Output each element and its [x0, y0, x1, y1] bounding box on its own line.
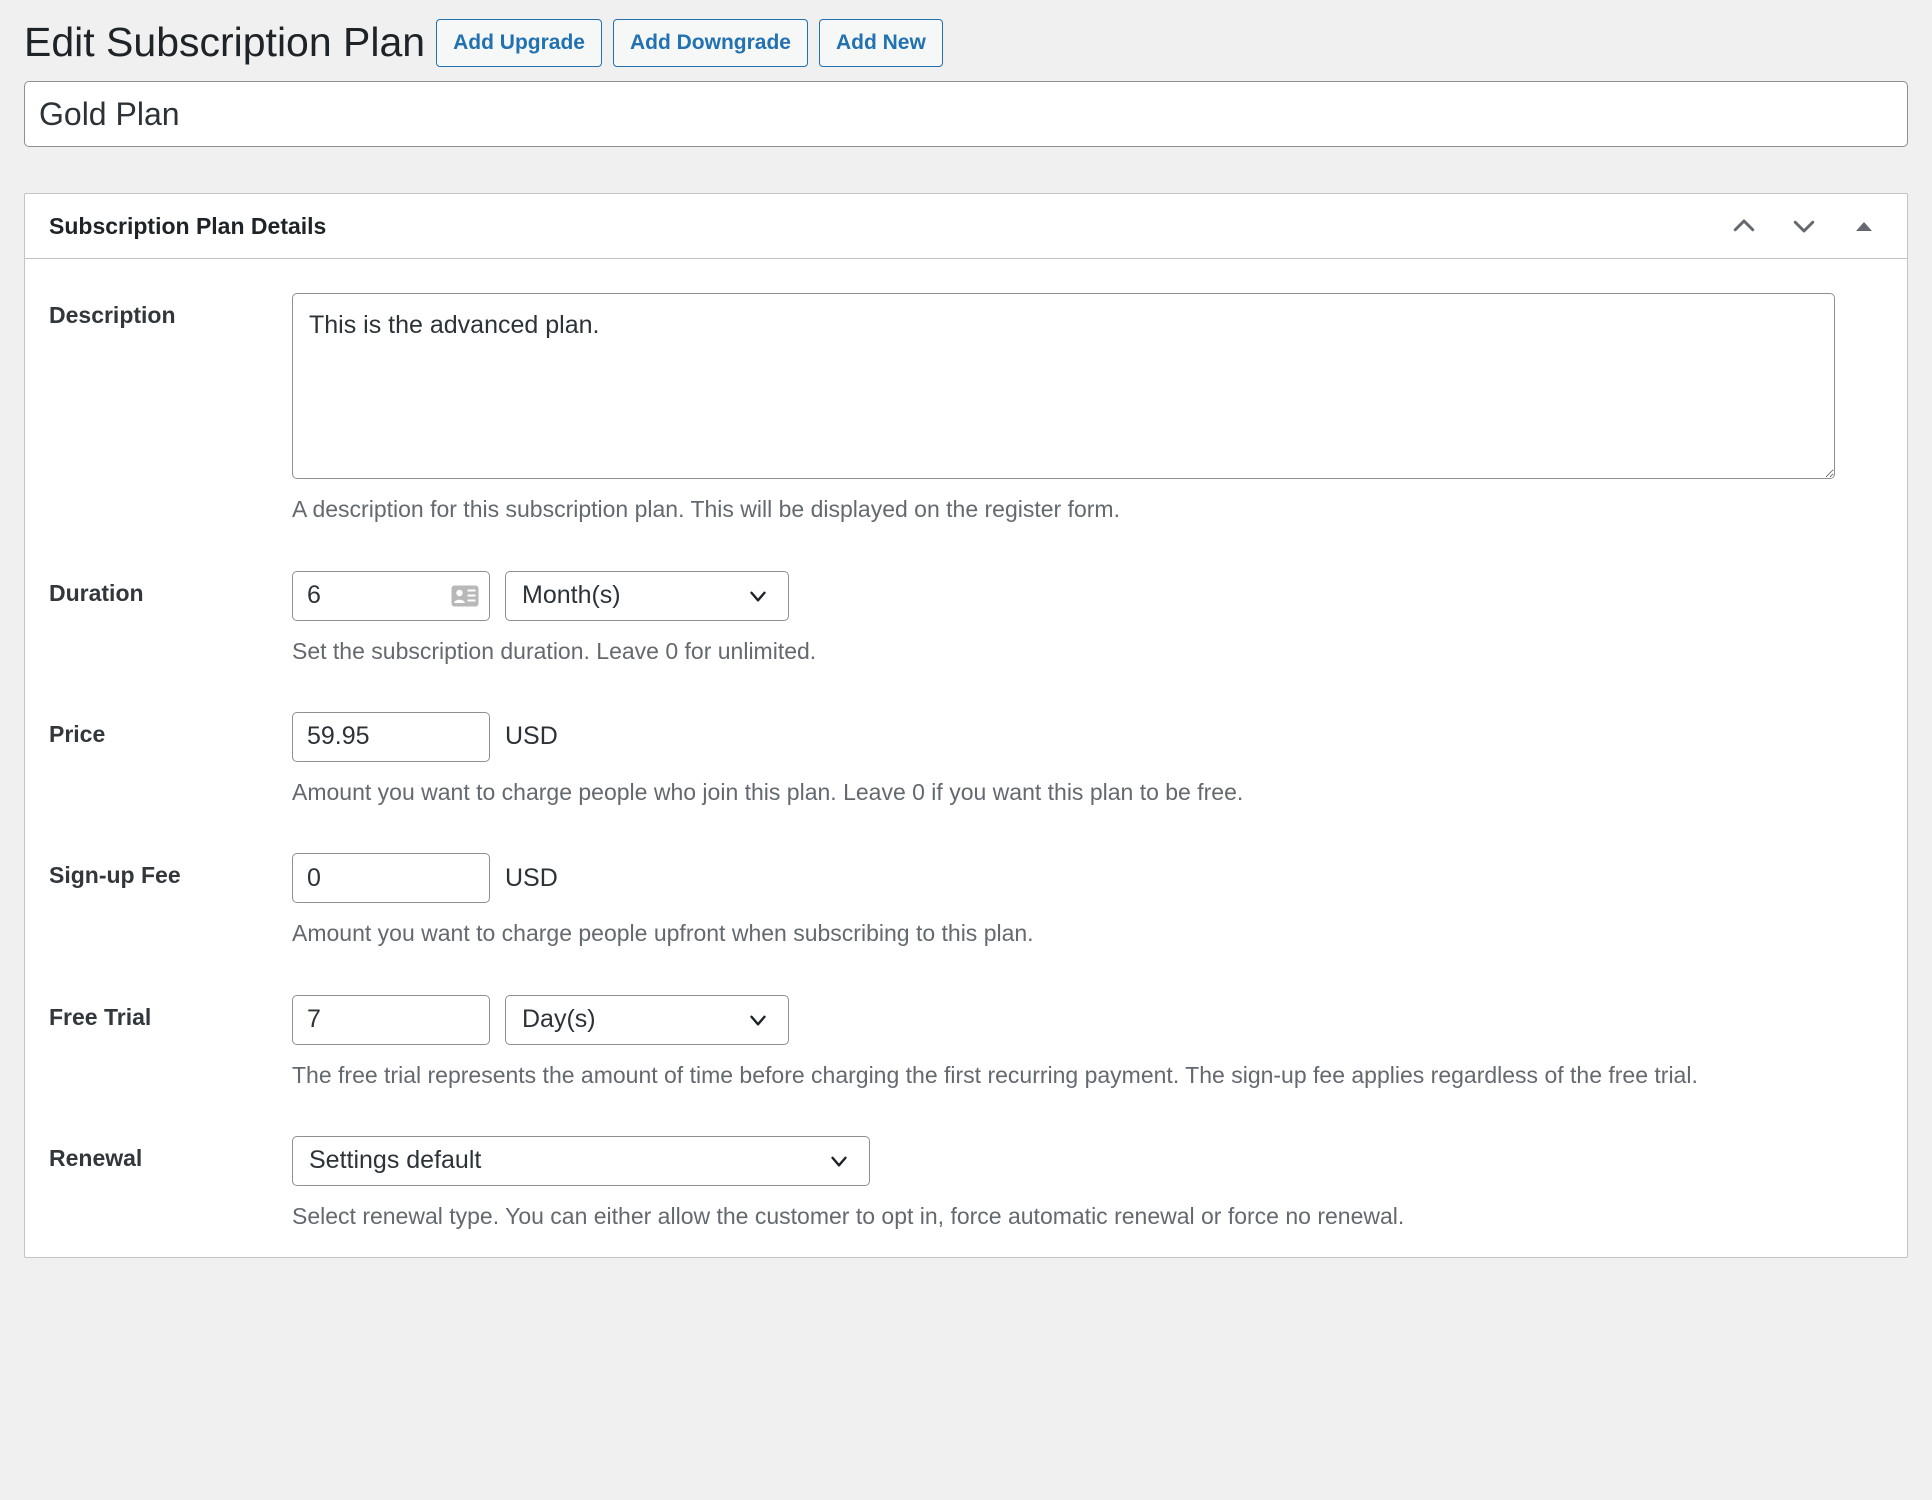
- price-field: USD Amount you want to charge people who…: [292, 712, 1883, 809]
- add-new-button[interactable]: Add New: [819, 19, 943, 67]
- row-spacer: [25, 951, 1907, 995]
- plan-title-input[interactable]: [24, 81, 1908, 147]
- signup-fee-controls: USD: [292, 853, 1873, 903]
- duration-input-wrap: [292, 571, 490, 621]
- admin-page: Edit Subscription Plan Add Upgrade Add D…: [0, 0, 1932, 1500]
- subscription-plan-details-panel: Subscription Plan Details Description Th…: [24, 193, 1908, 1258]
- free-trial-number-input[interactable]: [292, 995, 490, 1045]
- field-row-price: Price USD Amount you want to charge peop…: [25, 712, 1907, 809]
- renewal-select-wrap: Settings default: [292, 1136, 870, 1186]
- panel-header: Subscription Plan Details: [25, 194, 1907, 259]
- description-textarea[interactable]: This is the advanced plan.: [292, 293, 1835, 479]
- signup-fee-help-text: Amount you want to charge people upfront…: [292, 917, 1772, 950]
- renewal-select[interactable]: Settings default: [292, 1136, 870, 1186]
- price-help-text: Amount you want to charge people who joi…: [292, 776, 1772, 809]
- free-trial-field: Day(s) The free trial represents the amo…: [292, 995, 1883, 1092]
- signup-fee-input[interactable]: [292, 853, 490, 903]
- price-label: Price: [49, 712, 292, 750]
- add-downgrade-button[interactable]: Add Downgrade: [613, 19, 808, 67]
- signup-fee-field: USD Amount you want to charge people upf…: [292, 853, 1883, 950]
- add-upgrade-button[interactable]: Add Upgrade: [436, 19, 602, 67]
- free-trial-controls: Day(s): [292, 995, 1873, 1045]
- renewal-controls: Settings default: [292, 1136, 1873, 1186]
- signup-fee-currency-label: USD: [505, 866, 558, 891]
- duration-number-input[interactable]: [292, 571, 490, 621]
- renewal-label: Renewal: [49, 1136, 292, 1174]
- field-row-renewal: Renewal Settings default Select renewal: [25, 1136, 1907, 1233]
- price-currency-label: USD: [505, 724, 558, 749]
- renewal-help-text: Select renewal type. You can either allo…: [292, 1200, 1772, 1233]
- free-trial-label: Free Trial: [49, 995, 292, 1033]
- field-row-signup-fee: Sign-up Fee USD Amount you want to charg…: [25, 853, 1907, 950]
- row-spacer: [25, 527, 1907, 571]
- duration-unit-select-wrap: Month(s): [505, 571, 789, 621]
- description-field: This is the advanced plan. A description…: [292, 293, 1883, 526]
- duration-controls: Month(s): [292, 571, 1873, 621]
- panel-handle-actions: [1717, 199, 1891, 253]
- page-header: Edit Subscription Plan Add Upgrade Add D…: [24, 0, 1908, 81]
- signup-fee-label: Sign-up Fee: [49, 853, 292, 891]
- duration-label: Duration: [49, 571, 292, 609]
- row-spacer: [25, 668, 1907, 712]
- panel-title: Subscription Plan Details: [49, 215, 326, 238]
- free-trial-help-text: The free trial represents the amount of …: [292, 1059, 1772, 1092]
- duration-unit-select[interactable]: Month(s): [505, 571, 789, 621]
- field-row-description: Description This is the advanced plan. A…: [25, 293, 1907, 526]
- toggle-panel-icon[interactable]: [1837, 199, 1891, 253]
- free-trial-unit-select[interactable]: Day(s): [505, 995, 789, 1045]
- duration-field: Month(s) Set the subscription duration. …: [292, 571, 1883, 668]
- free-trial-unit-select-wrap: Day(s): [505, 995, 789, 1045]
- field-row-duration: Duration: [25, 571, 1907, 668]
- move-down-icon[interactable]: [1777, 199, 1831, 253]
- price-controls: USD: [292, 712, 1873, 762]
- description-help-text: A description for this subscription plan…: [292, 493, 1772, 526]
- price-input[interactable]: [292, 712, 490, 762]
- renewal-field: Settings default Select renewal type. Yo…: [292, 1136, 1883, 1233]
- page-title: Edit Subscription Plan: [24, 18, 425, 67]
- row-spacer: [25, 1092, 1907, 1136]
- field-row-free-trial: Free Trial Day(s) The free: [25, 995, 1907, 1092]
- panel-body: Description This is the advanced plan. A…: [25, 259, 1907, 1257]
- move-up-icon[interactable]: [1717, 199, 1771, 253]
- description-label: Description: [49, 293, 292, 331]
- duration-help-text: Set the subscription duration. Leave 0 f…: [292, 635, 1772, 668]
- row-spacer: [25, 809, 1907, 853]
